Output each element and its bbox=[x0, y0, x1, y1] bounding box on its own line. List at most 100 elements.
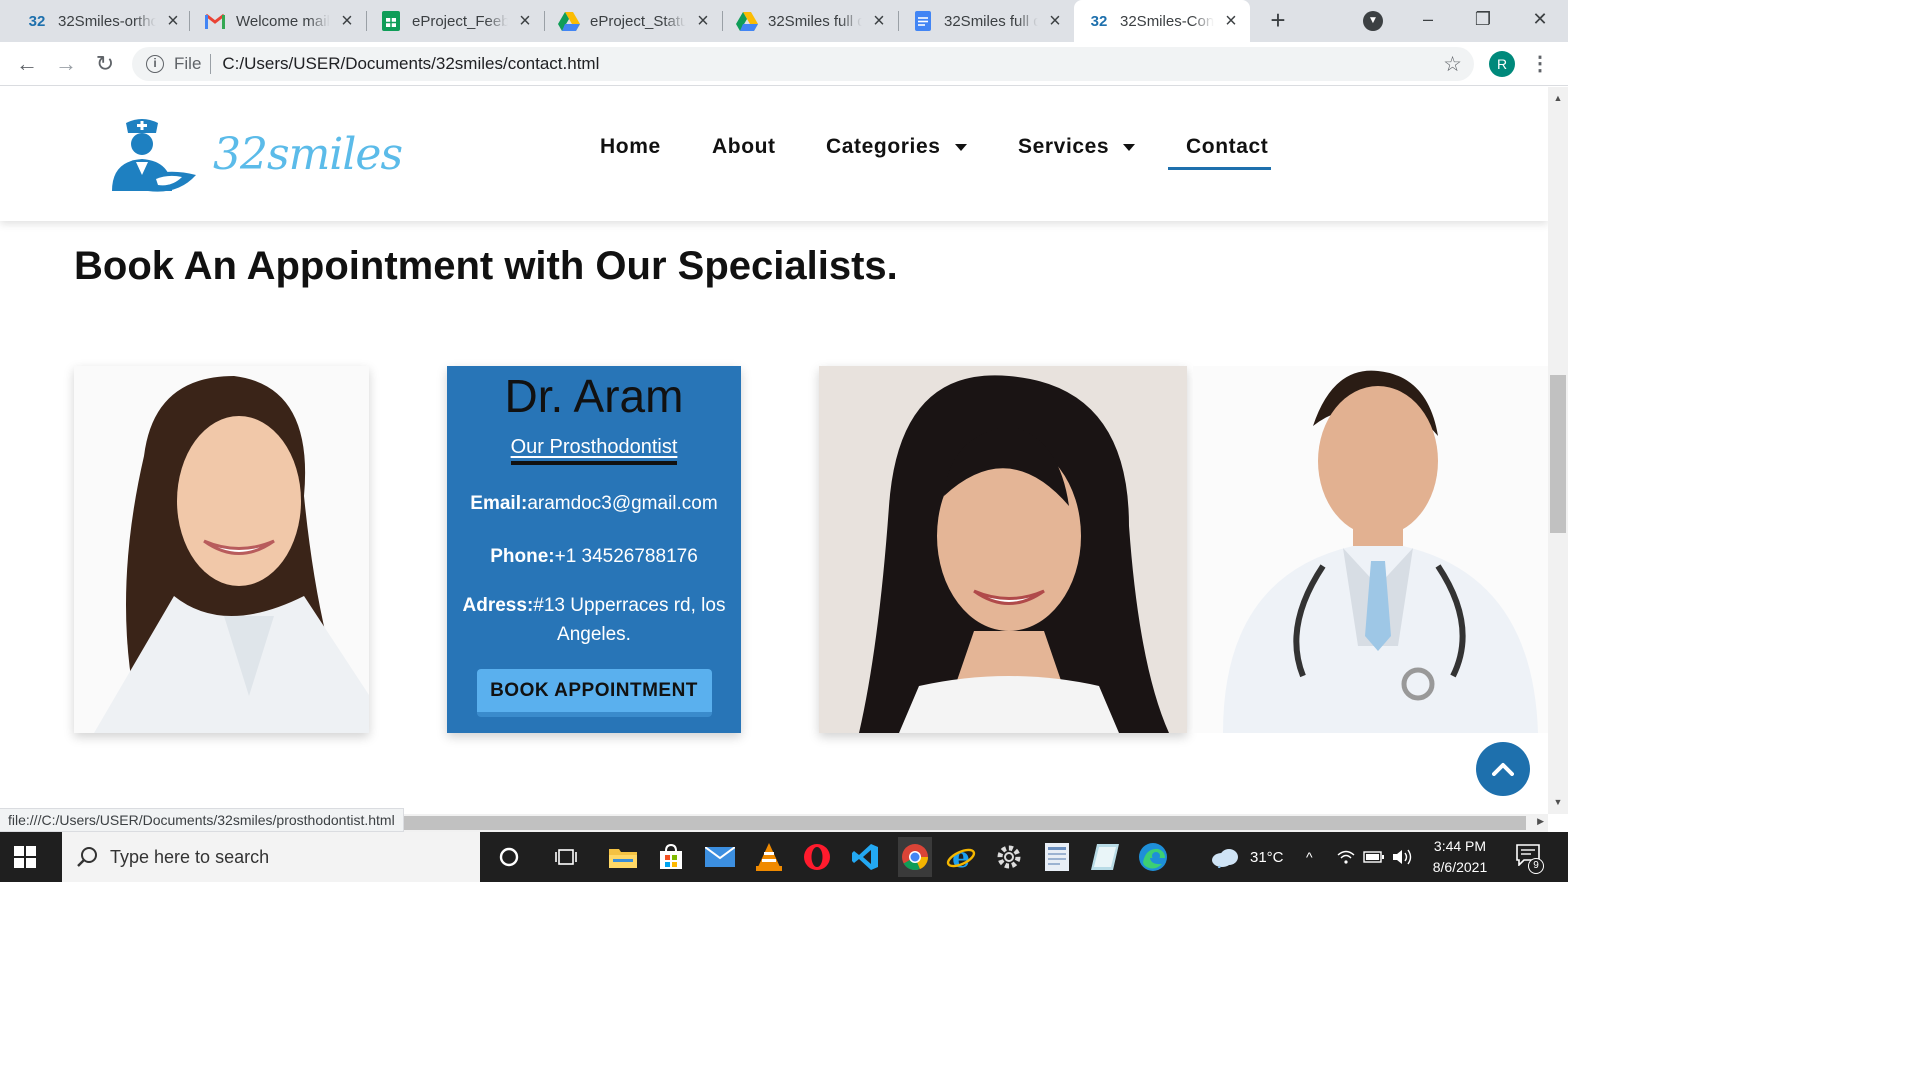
minimize-icon[interactable]: – bbox=[1408, 4, 1448, 34]
logo-wordmark: 32smiles bbox=[213, 129, 403, 180]
browser-menu-icon[interactable]: ⋮ bbox=[1530, 51, 1550, 77]
nav-about[interactable]: About bbox=[712, 135, 776, 159]
forward-arrow-icon[interactable]: → bbox=[51, 49, 81, 79]
tab-title: eProject_Status bbox=[590, 12, 686, 30]
opera-icon[interactable] bbox=[802, 842, 832, 872]
close-tab-icon[interactable]: × bbox=[164, 10, 182, 33]
link-status-bubble: file:///C:/Users/USER/Documents/32smiles… bbox=[0, 808, 404, 832]
dropdown-caret-icon bbox=[954, 143, 967, 151]
tab-32smiles-ortho[interactable]: 32 32Smiles-ortho × bbox=[12, 0, 192, 42]
google-drive-icon bbox=[736, 10, 758, 32]
file-explorer-icon[interactable] bbox=[608, 842, 638, 872]
tab-search-icon[interactable]: ▼ bbox=[1363, 11, 1383, 31]
volume-icon[interactable] bbox=[1392, 832, 1414, 882]
address-bar[interactable]: i File C:/Users/USER/Documents/32smiles/… bbox=[132, 47, 1474, 81]
google-docs-icon bbox=[912, 10, 934, 32]
specialist-photo-2[interactable] bbox=[819, 366, 1187, 733]
scroll-down-arrow-icon[interactable]: ▼ bbox=[1548, 797, 1568, 807]
profile-avatar[interactable]: R bbox=[1489, 51, 1515, 77]
vertical-scrollbar[interactable]: ▲ ▼ bbox=[1548, 87, 1568, 814]
sheets-icon bbox=[380, 10, 402, 32]
nav-categories[interactable]: Categories bbox=[826, 135, 967, 159]
browser-toolbar: ← → ↻ i File C:/Users/USER/Documents/32s… bbox=[0, 42, 1568, 86]
phone-value: +1 34526788176 bbox=[554, 546, 698, 567]
show-hidden-icons-icon[interactable]: ^ bbox=[1306, 832, 1313, 882]
doctor-address: Adress:#13 Upperraces rd, los Angeles. bbox=[447, 591, 741, 649]
mail-icon[interactable] bbox=[705, 842, 735, 872]
address-url[interactable]: C:/Users/USER/Documents/32smiles/contact… bbox=[222, 54, 599, 74]
tab-title: eProject_Feeba bbox=[412, 12, 508, 30]
site-logo[interactable]: 32smiles bbox=[108, 117, 403, 195]
taskbar-search-box[interactable]: Type here to search bbox=[62, 832, 480, 882]
chrome-icon[interactable] bbox=[898, 837, 932, 877]
email-value: aramdoc3@gmail.com bbox=[527, 493, 718, 514]
tab-32smiles-full-drive[interactable]: 32Smiles full d × bbox=[722, 0, 898, 42]
32smiles-favicon-icon: 32 bbox=[28, 12, 46, 30]
close-tab-icon[interactable]: × bbox=[870, 10, 888, 33]
document-app-icon[interactable] bbox=[1042, 842, 1072, 872]
close-window-icon[interactable]: ✕ bbox=[1520, 4, 1560, 34]
weather-temperature: 31°C bbox=[1250, 848, 1284, 866]
tab-title: 32Smiles-ortho bbox=[58, 12, 156, 30]
nav-contact[interactable]: Contact bbox=[1186, 135, 1268, 159]
close-tab-icon[interactable]: × bbox=[516, 10, 534, 33]
specialist-card: Dr. Aram Our Prosthodontist Email:aramdo… bbox=[447, 366, 741, 733]
task-view-icon[interactable] bbox=[552, 842, 582, 872]
specialist-photo-3[interactable] bbox=[1193, 366, 1548, 733]
nav-services-label: Services bbox=[1018, 135, 1110, 158]
doctor-email: Email:aramdoc3@gmail.com bbox=[447, 489, 741, 518]
specialist-photo-1[interactable] bbox=[74, 366, 369, 733]
back-arrow-icon[interactable]: ← bbox=[12, 49, 42, 79]
close-tab-icon[interactable]: × bbox=[1222, 10, 1240, 33]
taskbar-clock[interactable]: 3:44 PM 8/6/2021 bbox=[1424, 836, 1496, 878]
tab-eproject-status[interactable]: eProject_Status × bbox=[544, 0, 722, 42]
battery-icon[interactable] bbox=[1363, 832, 1385, 882]
address-scheme-label: File bbox=[174, 54, 202, 73]
close-tab-icon[interactable]: × bbox=[1046, 10, 1064, 33]
reload-icon[interactable]: ↻ bbox=[90, 49, 120, 79]
edge-icon[interactable] bbox=[1138, 842, 1168, 872]
tab-title: 32Smiles full d bbox=[944, 12, 1038, 30]
notes-app-icon[interactable] bbox=[1090, 842, 1120, 872]
windows-taskbar: Type here to search e 31°C ^ 3:44 PM 8/6… bbox=[0, 832, 1568, 882]
site-info-icon[interactable]: i bbox=[146, 55, 164, 73]
page-title: Book An Appointment with Our Specialists… bbox=[74, 244, 898, 288]
action-center-icon[interactable]: 9 bbox=[1516, 844, 1544, 874]
nav-active-indicator bbox=[1168, 167, 1271, 170]
doctor-phone: Phone:+1 34526788176 bbox=[447, 542, 741, 571]
windows-start-icon[interactable] bbox=[14, 846, 36, 868]
close-tab-icon[interactable]: × bbox=[338, 10, 356, 33]
cortana-icon[interactable] bbox=[494, 842, 524, 872]
scroll-up-arrow-icon[interactable]: ▲ bbox=[1548, 93, 1568, 103]
tab-title: 32Smiles full d bbox=[768, 12, 862, 30]
tab-32smiles-full-doc[interactable]: 32Smiles full d × bbox=[898, 0, 1074, 42]
dropdown-caret-icon bbox=[1123, 143, 1136, 151]
address-label: Adress: bbox=[462, 595, 534, 616]
chevron-up-icon bbox=[1492, 763, 1514, 776]
nav-services[interactable]: Services bbox=[1018, 135, 1136, 159]
email-label: Email: bbox=[470, 493, 528, 514]
tab-eproject-feedback[interactable]: eProject_Feeba × bbox=[366, 0, 544, 42]
settings-gear-icon[interactable] bbox=[994, 842, 1024, 872]
bookmark-star-icon[interactable]: ☆ bbox=[1443, 52, 1462, 77]
nav-categories-label: Categories bbox=[826, 135, 941, 158]
scroll-to-top-button[interactable] bbox=[1476, 742, 1530, 796]
google-drive-icon bbox=[558, 10, 580, 32]
new-tab-icon[interactable]: + bbox=[1264, 6, 1292, 34]
tab-welcome-mail[interactable]: Welcome mail × bbox=[190, 0, 366, 42]
internet-explorer-icon[interactable]: e bbox=[946, 842, 976, 872]
vlc-icon[interactable] bbox=[754, 842, 784, 872]
scroll-right-arrow-icon[interactable]: ▶ bbox=[1537, 816, 1544, 827]
microsoft-store-icon[interactable] bbox=[656, 842, 686, 872]
doctor-role-link[interactable]: Our Prosthodontist bbox=[510, 436, 678, 465]
nav-home[interactable]: Home bbox=[600, 135, 661, 159]
tab-title: 32Smiles-Cont bbox=[1120, 12, 1214, 30]
vscode-icon[interactable] bbox=[850, 842, 880, 872]
book-appointment-button[interactable]: BOOK APPOINTMENT bbox=[476, 669, 712, 717]
vertical-scroll-thumb[interactable] bbox=[1550, 375, 1566, 533]
weather-widget[interactable]: 31°C bbox=[1210, 832, 1284, 882]
tab-32smiles-contact[interactable]: 32 32Smiles-Cont × bbox=[1074, 0, 1250, 42]
wifi-icon[interactable] bbox=[1336, 832, 1356, 882]
restore-icon[interactable]: ❐ bbox=[1463, 4, 1503, 34]
close-tab-icon[interactable]: × bbox=[694, 10, 712, 33]
